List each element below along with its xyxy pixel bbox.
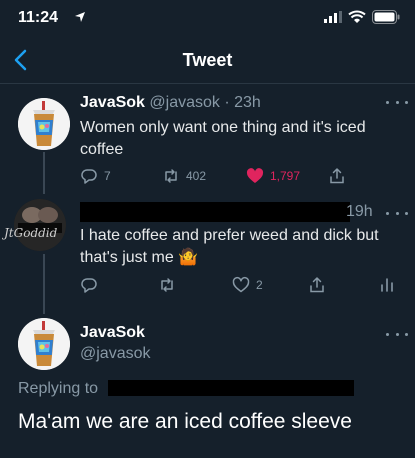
status-bar: 11:24 xyxy=(0,0,415,36)
tweet1-actions: 7 402 1,797 xyxy=(80,165,400,187)
tweet-detail-screen: 11:24 Tweet JavaSok @javasok · 23h Women… xyxy=(0,0,415,458)
tweet1-author-handle[interactable]: @javasok xyxy=(149,94,220,111)
redacted-author-bar xyxy=(80,202,350,222)
profile-photo-icon xyxy=(14,199,66,251)
battery-icon xyxy=(372,10,400,24)
tweet3-author-name-line: JavaSok xyxy=(80,324,145,342)
tweet3-more-button[interactable] xyxy=(386,329,408,339)
reply-icon xyxy=(81,169,97,184)
tweet1-timestamp: · 23h xyxy=(224,94,261,111)
thread-connector xyxy=(43,152,45,194)
thread-connector xyxy=(43,254,45,314)
tweet2-actions: 2 xyxy=(80,274,400,296)
avatar-redacted-user[interactable] xyxy=(14,199,66,251)
avatar-overlay-text: JtGoddid xyxy=(4,226,58,240)
iced-coffee-cup-icon xyxy=(18,318,70,370)
tweet1-share-button[interactable] xyxy=(328,165,346,187)
iced-coffee-cup-icon xyxy=(18,98,70,150)
replying-to-label: Replying to xyxy=(18,380,99,397)
tweet2-retweet-button[interactable] xyxy=(158,274,176,296)
tweet1-author-name[interactable]: JavaSok xyxy=(80,94,145,111)
page-title: Tweet xyxy=(182,50,233,70)
retweet-icon xyxy=(161,278,173,292)
tweet2-meta-line: 19h xyxy=(346,203,373,221)
tweet1-reply-button[interactable]: 7 xyxy=(80,165,111,187)
analytics-icon xyxy=(381,278,393,292)
avatar-javasok[interactable] xyxy=(18,98,70,150)
tweet3-author-handle-line: @javasok xyxy=(80,345,151,363)
retweet-icon xyxy=(165,169,177,183)
wifi-icon xyxy=(348,10,366,23)
tweet1-like-count: 1,797 xyxy=(270,169,301,183)
tweet1-more-button[interactable] xyxy=(386,97,408,107)
tweet3-text: Ma'am we are an iced coffee sleeve xyxy=(18,410,352,433)
reply-icon xyxy=(81,278,97,293)
tweet2-more-button[interactable] xyxy=(386,208,408,218)
tweet2-timestamp: 19h xyxy=(346,203,373,220)
tweet2-analytics-button[interactable] xyxy=(378,274,396,296)
cellular-signal-icon xyxy=(324,11,342,23)
share-icon xyxy=(330,168,344,184)
tweet1-reply-count: 7 xyxy=(104,169,111,183)
tweet1-like-button[interactable]: 1,797 xyxy=(246,165,300,187)
redacted-replying-to-handle xyxy=(108,380,354,396)
tweet2-share-button[interactable] xyxy=(308,274,326,296)
tweet1-author-line: JavaSok @javasok · 23h xyxy=(80,94,261,112)
heart-filled-icon xyxy=(246,168,264,183)
tweet3-author-name[interactable]: JavaSok xyxy=(80,324,145,341)
tweet2-like-count: 2 xyxy=(256,278,263,292)
avatar-javasok[interactable] xyxy=(18,318,70,370)
share-icon xyxy=(310,277,324,293)
tweet1-retweet-button[interactable]: 402 xyxy=(162,165,206,187)
tweet2-text: I hate coffee and prefer weed and dick b… xyxy=(80,227,379,266)
replying-to-line: Replying to xyxy=(18,380,98,398)
top-nav-bar: Tweet xyxy=(0,38,415,84)
tweet2-reply-button[interactable] xyxy=(80,274,98,296)
tweet3-author-handle[interactable]: @javasok xyxy=(80,345,151,362)
tweet1-text: Women only want one thing and it's iced … xyxy=(80,119,366,158)
heart-outline-icon xyxy=(232,277,250,293)
tweet2-like-button[interactable]: 2 xyxy=(232,274,263,296)
status-time: 11:24 xyxy=(18,9,59,26)
location-arrow-icon xyxy=(75,12,85,22)
tweet1-retweet-count: 402 xyxy=(186,169,207,183)
